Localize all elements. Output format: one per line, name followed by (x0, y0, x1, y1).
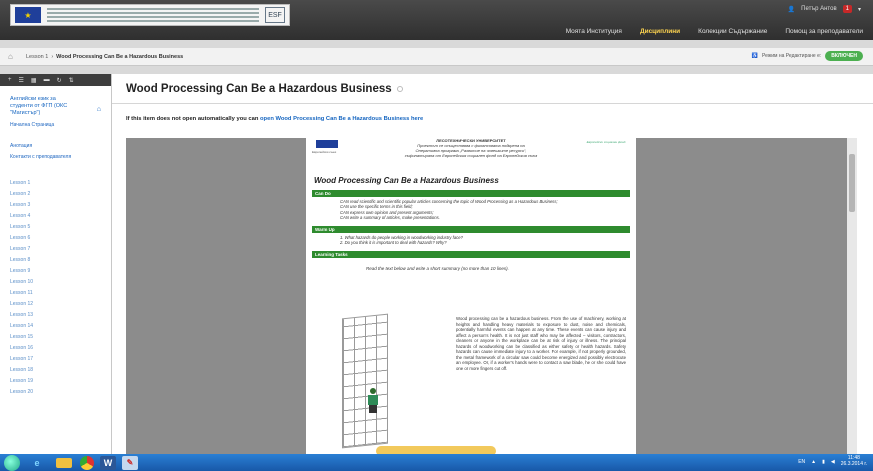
learning-tasks-header: Learning Tasks (312, 250, 630, 258)
edit-mode-label: Режим на Редактиране е: (762, 53, 822, 59)
university-header: ЛЕСОТЕХНИЧЕСКИ УНИВЕРСИТЕТ Проектът се о… (404, 138, 538, 158)
sidebar-item-lesson[interactable]: Lesson 13 (10, 310, 111, 321)
user-name[interactable]: Петър Антов (801, 6, 836, 12)
internet-explorer-icon[interactable]: e (26, 456, 48, 470)
accessibility-icon[interactable]: ♿ (752, 53, 758, 59)
eu-project-banner: ★ ESF (10, 4, 290, 26)
worker-illustration (368, 388, 378, 414)
user-icon: 👤 (787, 6, 796, 13)
options-icon[interactable] (396, 85, 403, 92)
nav-content-collection[interactable]: Колекции Съдържание (698, 28, 767, 35)
can-do-list: CAN read scientific and scientific popul… (340, 199, 558, 221)
start-button[interactable] (4, 454, 20, 471)
edit-mode-toggle[interactable]: ВКЛЮЧЕН (825, 51, 863, 61)
sidebar-item-lesson[interactable]: Lesson 15 (10, 332, 111, 343)
word-icon[interactable]: W (100, 455, 116, 470)
sidebar-item-lesson[interactable]: Lesson 10 (10, 277, 111, 288)
sidebar-item-lesson[interactable]: Lesson 3 (10, 200, 111, 211)
auto-open-message: If this item does not open automatically… (126, 116, 424, 122)
eu-flag-icon: ★ (15, 7, 41, 23)
add-icon[interactable]: + (8, 77, 12, 83)
chevron-down-icon[interactable]: ▾ (858, 6, 861, 13)
sidebar-item-annotation[interactable]: Анотация (10, 143, 111, 149)
network-icon[interactable]: ▮ (822, 459, 825, 465)
task-instructions: Read the text below and write a short su… (366, 265, 509, 271)
sidebar-item-lesson[interactable]: Lesson 16 (10, 343, 111, 354)
esf-logo-icon: ESF (265, 7, 285, 23)
tray-arrow-icon[interactable]: ▲ (811, 459, 816, 465)
document-viewer[interactable]: Европейски съюз ЛЕСОТЕХНИЧЕСКИ УНИВЕРСИТ… (126, 138, 857, 454)
sidebar-item-lesson[interactable]: Lesson 14 (10, 321, 111, 332)
sidebar-item-lesson[interactable]: Lesson 19 (10, 376, 111, 387)
course-menu: + ☰ ▦ ▬ ↻ ⇅ Английски език за студенти о… (0, 74, 112, 454)
sidebar-item-lesson[interactable]: Lesson 12 (10, 299, 111, 310)
language-indicator[interactable]: EN (798, 459, 805, 465)
warm-up-header: Warm Up (312, 225, 630, 233)
breadcrumb-separator: › (51, 53, 54, 60)
sidebar-item-lesson[interactable]: Lesson 5 (10, 222, 111, 233)
home-icon[interactable]: ⌂ (8, 52, 13, 61)
nav-instructor-help[interactable]: Помощ за преподаватели (785, 28, 863, 35)
windows-taskbar: e W ✎ EN ▲ ▮ ◀ 11:48 26.3.2014 г. (0, 454, 873, 471)
chrome-icon[interactable] (80, 455, 94, 470)
sidebar-item-lesson[interactable]: Lesson 20 (10, 387, 111, 398)
breadcrumb-current-page: Wood Processing Can Be a Hazardous Busin… (56, 53, 184, 60)
top-navigation: Моята Институция Дисциплини Колекции Съд… (566, 28, 863, 35)
paint-icon[interactable]: ✎ (122, 455, 138, 470)
refresh-icon[interactable]: ↻ (57, 77, 62, 84)
course-menu-toolbar: + ☰ ▦ ▬ ↻ ⇅ (0, 74, 111, 86)
page-navigation-bar[interactable] (376, 446, 496, 454)
scaffold-illustration (342, 313, 388, 449)
sidebar-item-lesson[interactable]: Lesson 7 (10, 244, 111, 255)
user-menu[interactable]: 👤 Петър Антов 1 ▾ (788, 5, 861, 13)
document-title: Wood Processing Can Be a Hazardous Busin… (314, 176, 499, 185)
top-banner: ★ ESF 👤 Петър Антов 1 ▾ Моята Институция… (0, 0, 873, 40)
course-title[interactable]: Английски език за студенти от ФГП (ОКС "… (10, 96, 80, 117)
page-title: Wood Processing Can Be a Hazardous Busin… (126, 82, 392, 95)
system-tray: EN ▲ ▮ ◀ 11:48 26.3.2014 г. (798, 455, 867, 467)
folder-icon[interactable]: ▬ (44, 77, 50, 83)
nav-courses[interactable]: Дисциплини (640, 28, 680, 35)
course-home-icon[interactable]: ⌂ (97, 106, 101, 113)
eu-flag-icon (316, 140, 338, 148)
menu-icon[interactable]: ☰ (19, 77, 24, 84)
eu-caption: Европейски съюз (312, 150, 337, 154)
sidebar-item-lesson[interactable]: Lesson 11 (10, 288, 111, 299)
sidebar-item-lesson[interactable]: Lesson 6 (10, 233, 111, 244)
tree-icon[interactable]: ▦ (31, 77, 37, 84)
sidebar-item-lesson[interactable]: Lesson 8 (10, 255, 111, 266)
nav-my-institution[interactable]: Моята Институция (566, 28, 622, 35)
sidebar-item-lesson[interactable]: Lesson 9 (10, 266, 111, 277)
screen: ★ ESF 👤 Петър Антов 1 ▾ Моята Институция… (0, 0, 873, 471)
sidebar-item-lesson[interactable]: Lesson 17 (10, 354, 111, 365)
can-do-header: Can Do (312, 190, 630, 197)
document-page: Европейски съюз ЛЕСОТЕХНИЧЕСКИ УНИВЕРСИТ… (306, 138, 636, 454)
collapse-icon[interactable]: ⇅ (69, 77, 74, 84)
sidebar-item-lesson[interactable]: Lesson 2 (10, 189, 111, 200)
notification-badge[interactable]: 1 (842, 5, 852, 13)
breadcrumb: ⌂ Lesson 1 › Wood Processing Can Be a Ha… (0, 48, 873, 66)
esf-caption: Европейски социален фонд (586, 140, 626, 144)
sidebar-item-lesson[interactable]: Lesson 1 (10, 178, 111, 189)
scrollbar-thumb[interactable] (849, 154, 855, 212)
sidebar-item-lesson[interactable]: Lesson 18 (10, 365, 111, 376)
viewer-scrollbar[interactable] (847, 138, 857, 454)
sidebar-item-lesson[interactable]: Lesson 4 (10, 211, 111, 222)
clock[interactable]: 11:48 26.3.2014 г. (841, 455, 867, 467)
article-text: Wood processing can be a hazardous busin… (456, 316, 626, 371)
lesson-list: Lesson 1 Lesson 2 Lesson 3 Lesson 4 Lesson 5… (0, 178, 111, 398)
open-document-link[interactable]: open Wood Processing Can Be a Hazardous … (260, 116, 423, 122)
warm-up-list: 1. What hazards do people working in woo… (340, 234, 463, 246)
volume-icon[interactable]: ◀ (831, 459, 835, 465)
breadcrumb-lesson[interactable]: Lesson 1 (26, 54, 48, 60)
main-content: Wood Processing Can Be a Hazardous Busin… (112, 74, 873, 454)
file-explorer-icon[interactable] (56, 457, 72, 468)
